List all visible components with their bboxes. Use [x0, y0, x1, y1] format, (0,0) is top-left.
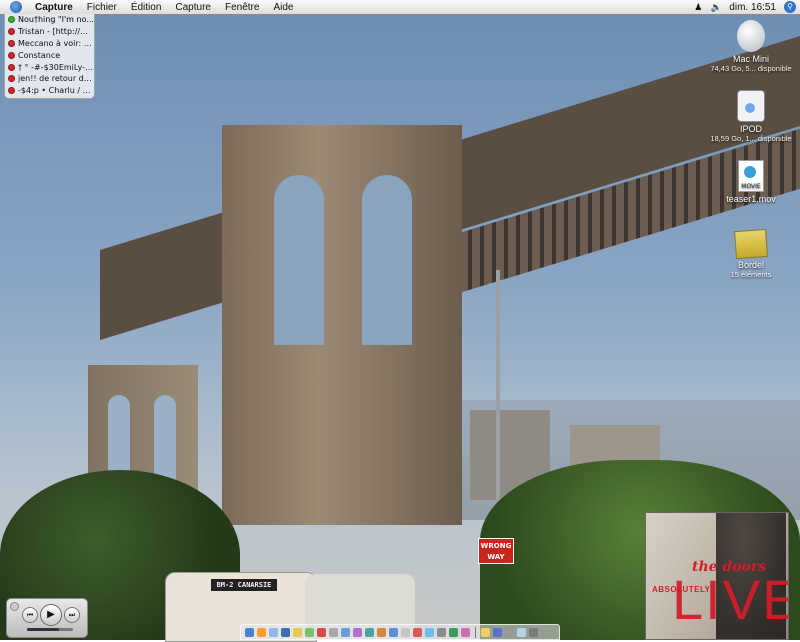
menu-capture[interactable]: Capture: [168, 2, 218, 13]
chat-contact-name: Constance: [18, 50, 61, 60]
chat-contact-list: Nou†hing "I'm no... Tristan - [http://...…: [4, 14, 95, 99]
hard-drive-icon: [737, 20, 765, 52]
desktop-icon-label: Mac Mini: [732, 54, 769, 64]
dock-app-icon[interactable]: [413, 627, 422, 637]
menu-fichier[interactable]: Fichier: [80, 2, 124, 13]
dock-app-icon[interactable]: [353, 627, 362, 637]
dock-app-icon[interactable]: [505, 627, 514, 637]
volume-slider[interactable]: [27, 628, 73, 631]
dock-app-icon[interactable]: [293, 627, 302, 637]
chat-contact-name: jen!! de retour de ...: [18, 74, 94, 84]
chat-contact-name: Meccano à voir: h...: [18, 38, 94, 48]
chat-contact-name: † ° -#-$30EmiLy-$...: [18, 62, 94, 72]
previous-icon: ⏮: [26, 611, 34, 619]
dock-app-icon[interactable]: [341, 627, 350, 637]
desktop-icon-mac-mini[interactable]: Mac Mini 74,43 Go, 5... disponible: [708, 20, 794, 73]
dock-app-icon[interactable]: [461, 627, 470, 637]
menu-bar: Capture Fichier Édition Capture Fenêtre …: [0, 0, 800, 15]
chat-contact-row[interactable]: Constance: [5, 49, 94, 61]
spotlight-icon[interactable]: ⚲: [784, 1, 796, 13]
status-dot-icon: [8, 16, 15, 24]
dock-app-icon[interactable]: [401, 627, 410, 637]
dock-app-icon[interactable]: [493, 627, 502, 637]
desktop-icon-info: 18,59 Go, 1... disponible: [710, 134, 792, 143]
next-icon: ⏭: [68, 611, 76, 619]
dock-app-icon[interactable]: [257, 627, 266, 637]
previous-track-button[interactable]: ⏮: [22, 607, 38, 623]
dock-app-icon[interactable]: [529, 627, 538, 637]
dock-app-icon[interactable]: [481, 627, 490, 637]
wrong-way-sign: WRONG WAY: [478, 538, 514, 564]
status-dot-icon: [8, 87, 15, 95]
dock-app-icon[interactable]: [377, 627, 386, 637]
chat-contact-row[interactable]: Tristan - [http://...: [5, 26, 94, 38]
dock: [240, 624, 560, 640]
chat-contact-row[interactable]: jen!! de retour de ...: [5, 73, 94, 85]
bus-destination-sign: BM-2 CANARSIE: [211, 579, 277, 591]
chat-contact-row[interactable]: † ° -#-$30EmiLy-$...: [5, 61, 94, 73]
chat-contact-row[interactable]: -$4:p • Charlu / B...: [5, 85, 94, 97]
menu-edition[interactable]: Édition: [124, 2, 169, 13]
desktop-icon-info: 74,43 Go, 5... disponible: [710, 64, 792, 73]
itunes-controller: ⏮ ▶ ⏭: [6, 598, 88, 638]
bridge-tower: [222, 125, 462, 525]
close-button[interactable]: [10, 602, 19, 611]
chat-contact-name: Nou†hing "I'm no...: [18, 15, 94, 25]
movie-badge: MOVIE: [741, 183, 761, 190]
apple-logo-icon[interactable]: [10, 1, 22, 13]
folder-icon: [734, 228, 768, 260]
desktop-icon-teaser[interactable]: MOVIE teaser1.mov: [708, 160, 794, 204]
chat-contact-row[interactable]: Meccano à voir: h...: [5, 38, 94, 50]
chat-contact-row[interactable]: Nou†hing "I'm no...: [5, 14, 94, 26]
play-icon: ▶: [47, 609, 55, 620]
desktop-icon-label: teaser1.mov: [726, 194, 776, 204]
clock[interactable]: dim. 16:51: [729, 2, 776, 13]
menu-app-capture[interactable]: Capture: [28, 2, 80, 13]
dock-app-icon[interactable]: [245, 627, 254, 637]
status-dot-icon: [8, 28, 15, 36]
menu-fenetre[interactable]: Fenêtre: [218, 2, 266, 13]
dock-app-icon[interactable]: [365, 627, 374, 637]
status-dot-icon: [8, 63, 15, 71]
next-track-button[interactable]: ⏭: [64, 607, 80, 623]
desktop-icon-label: IPOD: [739, 124, 762, 134]
volume-level: [27, 628, 60, 631]
album-subtitle: ABSOLUTELY: [652, 585, 711, 594]
dock-app-icon[interactable]: [425, 627, 434, 637]
user-icon[interactable]: ♟: [693, 2, 703, 12]
dock-app-icon[interactable]: [305, 627, 314, 637]
play-button[interactable]: ▶: [40, 604, 62, 626]
dock-app-icon[interactable]: [317, 627, 326, 637]
dock-app-icon[interactable]: [269, 627, 278, 637]
chat-contact-name: -$4:p • Charlu / B...: [18, 86, 94, 96]
dock-separator: [475, 626, 476, 638]
desktop-icon-ipod[interactable]: IPOD 18,59 Go, 1... disponible: [708, 90, 794, 143]
album-artwork[interactable]: the doors LIVE ABSOLUTELY: [645, 512, 789, 640]
status-dot-icon: [8, 39, 15, 47]
menu-aide[interactable]: Aide: [266, 2, 300, 13]
tower-arch: [154, 395, 176, 485]
dock-app-icon[interactable]: [449, 627, 458, 637]
album-title: LIVE: [672, 568, 789, 631]
status-dot-icon: [8, 51, 15, 59]
dock-app-icon[interactable]: [437, 627, 446, 637]
tower-arch: [274, 175, 324, 345]
desktop-icon-label: Bordel: [737, 260, 764, 270]
movie-file-icon: MOVIE: [738, 160, 764, 192]
tower-arch: [362, 175, 412, 345]
dock-app-icon[interactable]: [329, 627, 338, 637]
dock-app-icon[interactable]: [389, 627, 398, 637]
volume-icon[interactable]: 🔈: [711, 2, 722, 12]
desktop-icon-bordel[interactable]: Bordel 15 éléments: [708, 228, 794, 279]
dock-app-icon[interactable]: [281, 627, 290, 637]
menu-extras: ♟ 🔈 dim. 16:51 ⚲: [693, 1, 800, 13]
chat-contact-name: Tristan - [http://...: [18, 27, 88, 37]
ipod-icon: [737, 90, 765, 122]
dock-app-icon[interactable]: [517, 627, 526, 637]
desktop-icon-info: 15 éléments: [730, 270, 772, 279]
status-dot-icon: [8, 75, 15, 83]
